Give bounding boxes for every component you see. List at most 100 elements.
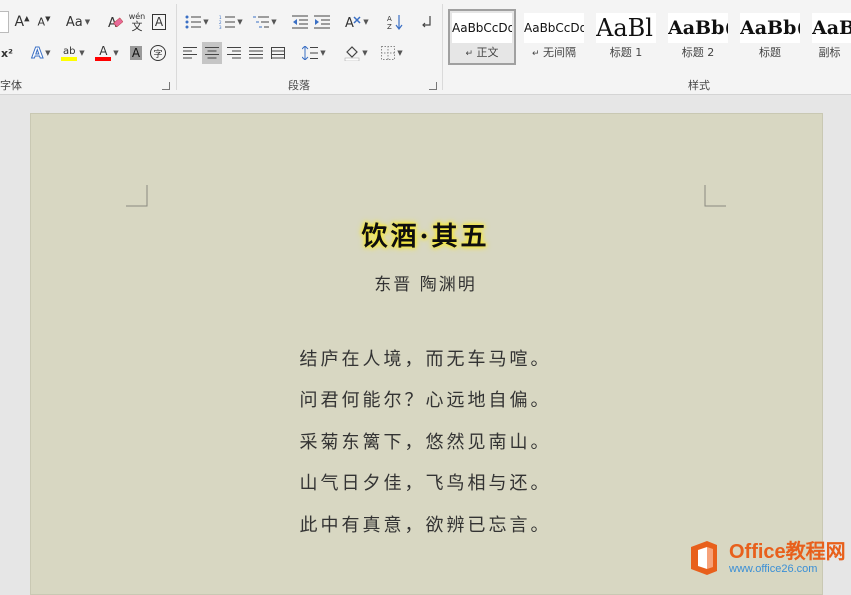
change-case-icon: Aa bbox=[65, 14, 83, 30]
text-effects-button[interactable]: A ▼ bbox=[27, 42, 55, 64]
group-divider bbox=[442, 4, 443, 90]
chevron-down-icon: ▼ bbox=[362, 49, 368, 57]
paragraph-group: ▼ 1 2 3 ▼ ▼ A ▼ AZ ▼ ▼ ▼ 段落 bbox=[177, 0, 442, 94]
distributed-icon bbox=[271, 47, 285, 59]
change-case-button[interactable]: Aa ▼ bbox=[63, 11, 93, 33]
watermark-url: www.office26.com bbox=[729, 562, 818, 575]
distributed-button[interactable] bbox=[268, 42, 288, 64]
paint-bucket-icon bbox=[345, 46, 360, 61]
svg-text:Z: Z bbox=[387, 23, 392, 30]
svg-text:3: 3 bbox=[219, 25, 222, 29]
chevron-down-icon: ▼ bbox=[79, 49, 85, 57]
style-preview: AaBb( bbox=[740, 13, 800, 43]
chevron-down-icon: ▼ bbox=[84, 18, 91, 26]
text-effects-icon: A bbox=[31, 44, 44, 63]
enclose-characters-button[interactable]: 字 bbox=[149, 42, 167, 64]
svg-text:A: A bbox=[387, 15, 392, 23]
align-right-button[interactable] bbox=[224, 42, 244, 64]
chevron-down-icon: ▼ bbox=[113, 49, 119, 57]
style-name: ↵ 无间隔 bbox=[531, 46, 577, 59]
site-watermark: Office教程网 www.office26.com bbox=[685, 535, 846, 580]
clear-formatting-button[interactable]: A bbox=[106, 11, 124, 33]
phonetic-guide-button[interactable]: wén 文 bbox=[128, 10, 146, 34]
chinese-layout-icon: A bbox=[345, 16, 361, 30]
multilevel-list-icon bbox=[253, 16, 270, 28]
poem-line[interactable]: 此中有真意，欲辨已忘言。 bbox=[0, 511, 851, 537]
poem-line[interactable]: 山气日夕佳，飞鸟相与还。 bbox=[0, 469, 851, 495]
highlight-color-button[interactable]: ab ▼ bbox=[58, 42, 88, 64]
chinese-layout-button[interactable]: A ▼ bbox=[341, 11, 373, 33]
style-name: 标题 bbox=[759, 46, 781, 59]
watermark-title: Office教程网 bbox=[729, 540, 846, 563]
grow-font-icon: A▲ bbox=[14, 14, 30, 30]
svg-text:A: A bbox=[345, 16, 354, 30]
numbering-button[interactable]: 1 2 3 ▼ bbox=[215, 11, 247, 33]
eraser-icon: A bbox=[108, 16, 123, 30]
character-shading-icon: A bbox=[129, 46, 143, 60]
margin-corner-top-left bbox=[126, 185, 148, 207]
bullets-icon bbox=[185, 15, 202, 29]
style-no-spacing[interactable]: AaBbCcDd ↵ 无间隔 bbox=[520, 9, 588, 65]
decrease-indent-icon bbox=[292, 15, 308, 29]
style-heading-2[interactable]: AaBb( 标题 2 bbox=[664, 9, 732, 65]
poem-line[interactable]: 结庐在人境，而无车马喧。 bbox=[0, 345, 851, 371]
paragraph-dialog-launcher-icon[interactable] bbox=[429, 82, 437, 90]
show-formatting-marks-button[interactable] bbox=[417, 11, 435, 33]
grow-font-button[interactable]: A▲ bbox=[13, 11, 31, 33]
paragraph-mark-icon bbox=[422, 16, 431, 28]
borders-button[interactable]: ▼ bbox=[376, 42, 408, 64]
shrink-font-button[interactable]: A▼ bbox=[35, 11, 53, 33]
poem-title[interactable]: 饮酒·其五 bbox=[0, 216, 851, 253]
watermark-text: Office教程网 www.office26.com bbox=[729, 541, 846, 575]
bullets-button[interactable]: ▼ bbox=[181, 11, 213, 33]
sort-icon: AZ bbox=[387, 15, 403, 30]
justify-button[interactable] bbox=[246, 42, 266, 64]
character-shading-button[interactable]: A bbox=[127, 42, 145, 64]
font-group-label: 字体 bbox=[0, 79, 22, 92]
style-title[interactable]: AaBb( 标题 bbox=[736, 9, 804, 65]
font-dialog-launcher-icon[interactable] bbox=[162, 82, 170, 90]
style-preview: AaB bbox=[812, 13, 851, 43]
line-spacing-button[interactable]: ▼ bbox=[298, 42, 330, 64]
style-preview: AaBbCcDd bbox=[524, 13, 584, 43]
chevron-down-icon: ▼ bbox=[397, 49, 403, 57]
font-size-dropdown[interactable] bbox=[0, 11, 9, 33]
multilevel-list-button[interactable]: ▼ bbox=[249, 11, 281, 33]
numbering-icon: 123 bbox=[219, 15, 236, 29]
align-center-icon bbox=[205, 47, 219, 59]
font-group: A▲ A▼ Aa ▼ A wén 文 A x² A ▼ ab ▼ A ▼ A 字… bbox=[0, 0, 176, 94]
ribbon: A▲ A▼ Aa ▼ A wén 文 A x² A ▼ ab ▼ A ▼ A 字… bbox=[0, 0, 851, 95]
poem-line[interactable]: 采菊东篱下，悠然见南山。 bbox=[0, 428, 851, 454]
style-subtitle[interactable]: AaB 副标 bbox=[808, 9, 851, 65]
style-normal[interactable]: AaBbCcDd ↵ 正文 bbox=[448, 9, 516, 65]
chevron-down-icon: ▼ bbox=[271, 18, 277, 26]
chevron-down-icon: ▼ bbox=[203, 18, 209, 26]
shading-button[interactable]: ▼ bbox=[340, 42, 372, 64]
style-preview: AaBbCcDd bbox=[452, 13, 512, 43]
office-logo-icon bbox=[691, 540, 717, 575]
character-border-button[interactable]: A bbox=[150, 11, 168, 33]
character-border-icon: A bbox=[151, 14, 167, 30]
decrease-indent-button[interactable] bbox=[290, 11, 310, 33]
align-right-icon bbox=[227, 47, 241, 59]
align-left-button[interactable] bbox=[180, 42, 200, 64]
styles-gallery: AaBbCcDd ↵ 正文 AaBbCcDd ↵ 无间隔 AaBl 标题 1 A… bbox=[448, 9, 851, 65]
style-name: ↵ 正文 bbox=[465, 46, 499, 59]
font-color-button[interactable]: A ▼ bbox=[92, 42, 122, 64]
sort-button[interactable]: AZ bbox=[385, 11, 405, 33]
style-preview: AaBl bbox=[596, 13, 656, 43]
shrink-font-icon: A▼ bbox=[37, 15, 51, 29]
style-heading-1[interactable]: AaBl 标题 1 bbox=[592, 9, 660, 65]
style-name: 副标 bbox=[818, 46, 841, 59]
margin-corner-top-right bbox=[704, 185, 726, 207]
increase-indent-button[interactable] bbox=[312, 11, 332, 33]
poem-line[interactable]: 问君何能尔？心远地自偏。 bbox=[0, 386, 851, 412]
paragraph-group-label: 段落 bbox=[288, 79, 310, 92]
highlighter-icon: ab bbox=[61, 46, 78, 61]
superscript-button[interactable]: x² bbox=[0, 42, 14, 64]
align-center-button[interactable] bbox=[202, 42, 222, 64]
align-left-icon bbox=[183, 47, 197, 59]
justify-icon bbox=[249, 47, 263, 59]
font-color-icon: A bbox=[95, 45, 112, 61]
poem-author[interactable]: 东晋 陶渊明 bbox=[0, 270, 851, 295]
